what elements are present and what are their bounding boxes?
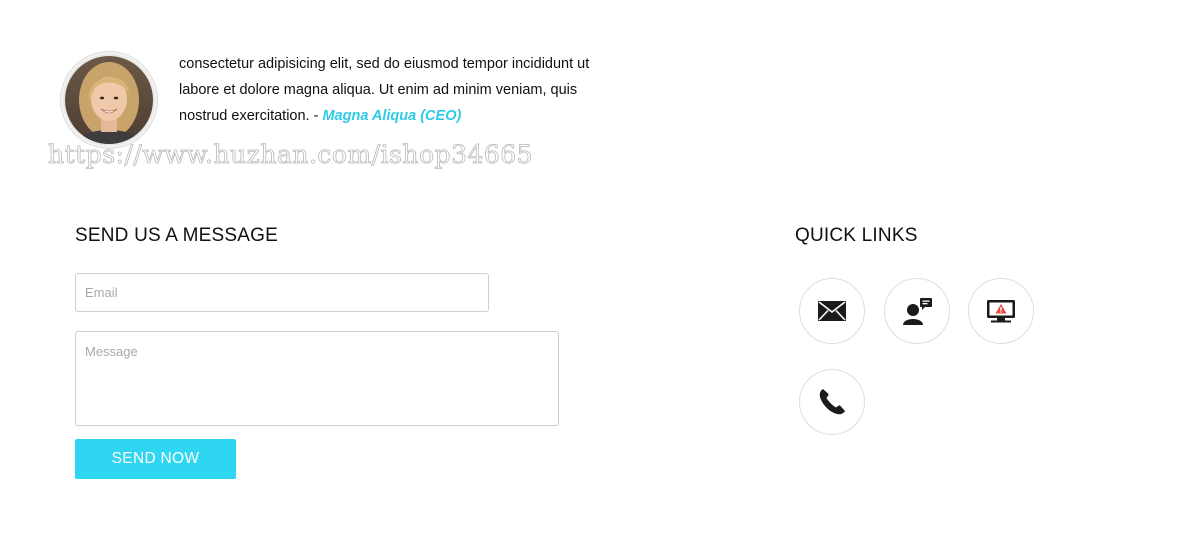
send-now-button[interactable]: SEND NOW — [75, 439, 236, 479]
quick-links-heading: QUICK LINKS — [795, 225, 918, 246]
monitor-alert-icon — [987, 300, 1015, 323]
quick-link-monitor[interactable] — [968, 278, 1034, 344]
quick-link-phone[interactable] — [799, 369, 865, 435]
watermark-text: https://www.huzhan.com/ishop34665 — [48, 140, 534, 170]
quick-link-support[interactable] — [884, 278, 950, 344]
phone-icon — [819, 389, 845, 415]
email-field[interactable] — [75, 273, 489, 312]
testimonial-quote: consectetur adipisicing elit, sed do eiu… — [179, 51, 619, 129]
support-chat-icon — [903, 298, 932, 325]
testimonial-author: Magna Aliqua (CEO) — [322, 108, 462, 124]
quick-link-email[interactable] — [799, 278, 865, 344]
contact-form-heading: SEND US A MESSAGE — [75, 225, 278, 246]
message-field[interactable] — [75, 331, 559, 426]
avatar — [60, 51, 158, 149]
envelope-icon — [818, 301, 846, 321]
